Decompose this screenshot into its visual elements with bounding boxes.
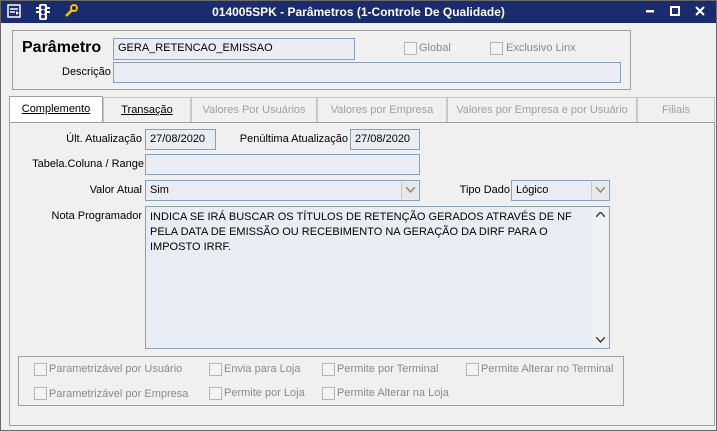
nota-programador-label: Nota Programador <box>51 210 143 222</box>
tab-valores-empresa-usuario-label: Valores por Empresa e por Usuário <box>456 104 628 116</box>
parametro-label: Parâmetro <box>22 39 102 56</box>
permite-terminal-checkbox[interactable] <box>322 363 335 376</box>
tab-filiais[interactable]: Filiais <box>637 97 715 122</box>
permite-alterar-terminal-checkbox[interactable] <box>466 363 479 376</box>
tab-complemento[interactable]: Complemento <box>9 96 103 123</box>
parametrizavel-usuario-label: Parametrizável por Usuário <box>49 363 183 375</box>
valor-atual-label: Valor Atual <box>89 184 142 196</box>
valor-atual-value: Sim <box>150 184 169 196</box>
chevron-down-icon[interactable] <box>591 182 608 199</box>
complemento-panel: Últ. Atualização 27/08/2020 Penúltima At… <box>9 122 715 426</box>
tab-strip: Complemento Transação Valores Por Usuári… <box>9 96 715 123</box>
tipo-dado-value: Lógico <box>516 184 549 196</box>
tab-transacao-label: Transação <box>121 104 173 116</box>
chevron-down-icon[interactable] <box>401 182 418 199</box>
parametrizavel-empresa-label: Parametrizável por Empresa <box>49 388 189 400</box>
tipo-dado-label: Tipo Dado <box>459 184 510 196</box>
header-group: Parâmetro GERA_RETENCAO_EMISSAO Global E… <box>12 30 631 90</box>
tab-valores-usuarios-label: Valores Por Usuários <box>202 104 306 116</box>
tab-valores-usuarios[interactable]: Valores Por Usuários <box>191 97 317 122</box>
nota-programador-memo[interactable]: INDICA SE IRÁ BUSCAR OS TÍTULOS DE RETEN… <box>145 206 610 349</box>
tab-complemento-label: Complemento <box>21 103 91 115</box>
parametrizavel-usuario-checkbox[interactable] <box>34 363 47 376</box>
tabela-coluna-label: Tabela.Coluna / Range <box>32 158 144 170</box>
minimize-icon[interactable] <box>642 4 658 20</box>
global-label: Global <box>419 42 451 54</box>
permite-alterar-terminal-label: Permite Alterar no Terminal <box>481 363 614 375</box>
options-group: Parametrizável por Usuário Envia para Lo… <box>18 356 624 406</box>
nota-programador-text: INDICA SE IRÁ BUSCAR OS TÍTULOS DE RETEN… <box>150 211 572 253</box>
parametrizavel-empresa-checkbox[interactable] <box>34 387 47 400</box>
permite-alterar-loja-checkbox[interactable] <box>322 387 335 400</box>
permite-terminal-label: Permite por Terminal <box>337 363 439 375</box>
tabela-coluna-field[interactable] <box>145 154 420 175</box>
descricao-label: Descrição <box>62 66 111 78</box>
exclusivo-linx-label: Exclusivo Linx <box>506 42 576 54</box>
memo-scrollbar[interactable] <box>592 207 609 348</box>
tab-transacao[interactable]: Transação <box>103 97 191 122</box>
scroll-down-icon[interactable] <box>596 337 605 343</box>
maximize-icon[interactable] <box>667 4 683 20</box>
ult-atualizacao-label: Últ. Atualização <box>66 133 142 145</box>
tipo-dado-select[interactable]: Lógico <box>511 180 610 201</box>
penultima-atualizacao-label: Penúltima Atualização <box>239 133 348 145</box>
descricao-field[interactable] <box>113 62 621 83</box>
permite-loja-label: Permite por Loja <box>224 387 305 399</box>
tab-valores-empresa-usuario[interactable]: Valores por Empresa e por Usuário <box>447 97 637 122</box>
scroll-up-icon[interactable] <box>596 212 605 218</box>
window-title: 014005SPK - Parâmetros (1-Controle De Qu… <box>212 5 505 19</box>
permite-alterar-loja-label: Permite Alterar na Loja <box>337 387 449 399</box>
tab-filiais-label: Filiais <box>661 104 691 116</box>
title-bar[interactable]: 014005SPK - Parâmetros (1-Controle De Qu… <box>1 1 716 23</box>
tab-valores-empresa[interactable]: Valores por Empresa <box>317 97 447 122</box>
global-checkbox[interactable] <box>404 42 417 55</box>
parametro-field[interactable]: GERA_RETENCAO_EMISSAO <box>113 38 355 60</box>
envia-loja-label: Envia para Loja <box>224 363 301 375</box>
exclusivo-linx-checkbox[interactable] <box>490 42 503 55</box>
parametros-window: 014005SPK - Parâmetros (1-Controle De Qu… <box>0 0 717 431</box>
permite-loja-checkbox[interactable] <box>209 387 222 400</box>
tab-valores-empresa-label: Valores por Empresa <box>330 104 434 116</box>
penultima-atualizacao-field[interactable]: 27/08/2020 <box>350 129 420 150</box>
valor-atual-select[interactable]: Sim <box>145 180 420 201</box>
envia-loja-checkbox[interactable] <box>209 363 222 376</box>
ult-atualizacao-field[interactable]: 27/08/2020 <box>145 129 216 150</box>
close-icon[interactable] <box>692 4 708 20</box>
